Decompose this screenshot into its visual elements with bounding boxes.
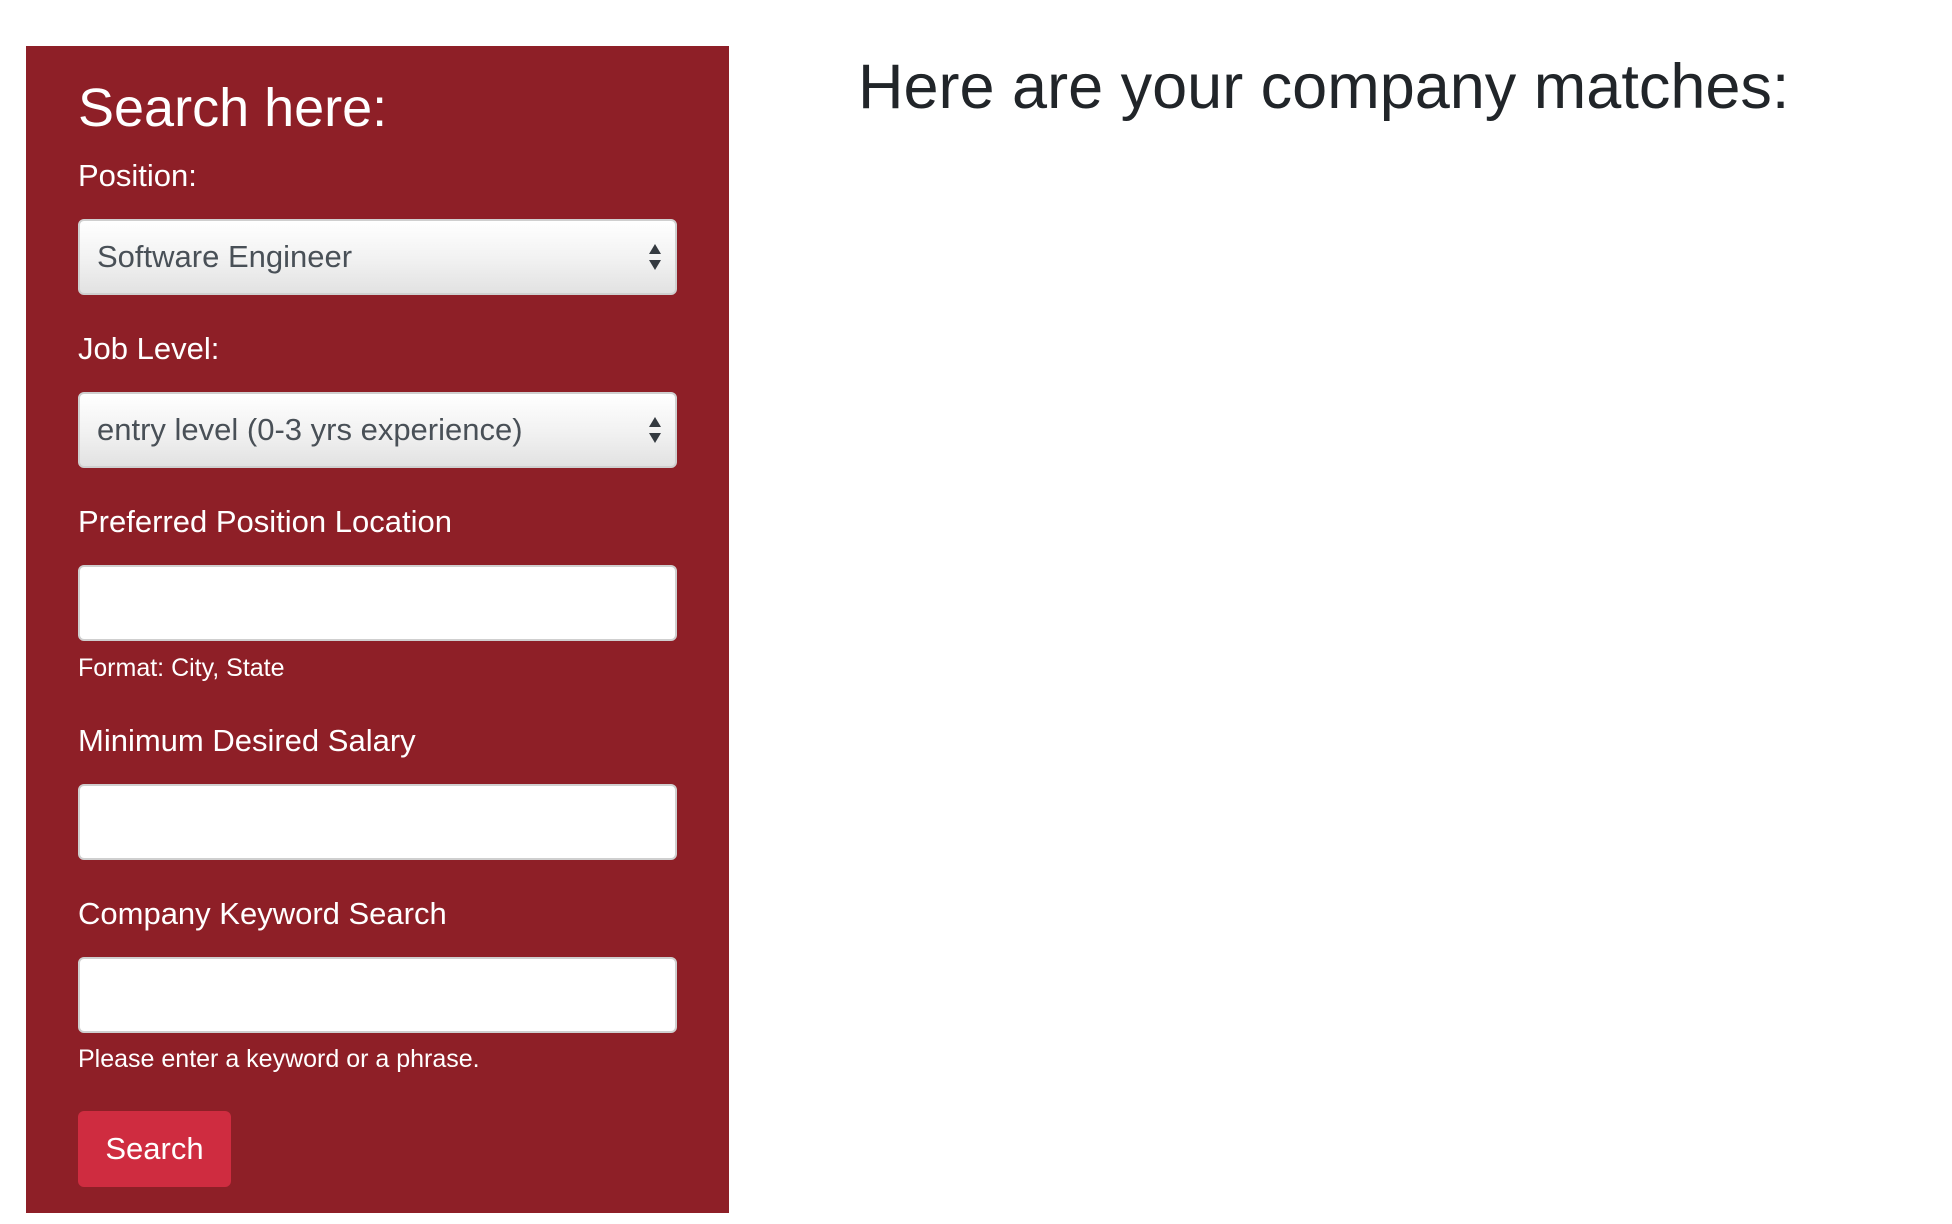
results-list — [858, 150, 1858, 160]
keyword-input[interactable] — [78, 957, 677, 1033]
search-sidebar: Search here: Position: Software Engineer… — [26, 46, 729, 1213]
location-help-text: Format: City, State — [78, 654, 285, 682]
keyword-label: Company Keyword Search — [78, 896, 447, 931]
position-select-value: Software Engineer — [97, 239, 353, 274]
location-input[interactable] — [78, 565, 677, 641]
location-label: Preferred Position Location — [78, 504, 452, 539]
select-arrows-icon — [649, 244, 661, 270]
results-title: Here are your company matches: — [858, 52, 1790, 122]
job-level-label: Job Level: — [78, 331, 220, 366]
search-button[interactable]: Search — [78, 1111, 231, 1187]
position-label: Position: — [78, 158, 197, 193]
select-arrows-icon — [649, 417, 661, 443]
salary-label: Minimum Desired Salary — [78, 723, 416, 758]
salary-input[interactable] — [78, 784, 677, 860]
job-level-select-value: entry level (0-3 yrs experience) — [97, 412, 523, 447]
job-level-select[interactable]: entry level (0-3 yrs experience) — [78, 392, 677, 468]
keyword-help-text: Please enter a keyword or a phrase. — [78, 1045, 480, 1073]
sidebar-title: Search here: — [78, 78, 388, 138]
position-select[interactable]: Software Engineer — [78, 219, 677, 295]
